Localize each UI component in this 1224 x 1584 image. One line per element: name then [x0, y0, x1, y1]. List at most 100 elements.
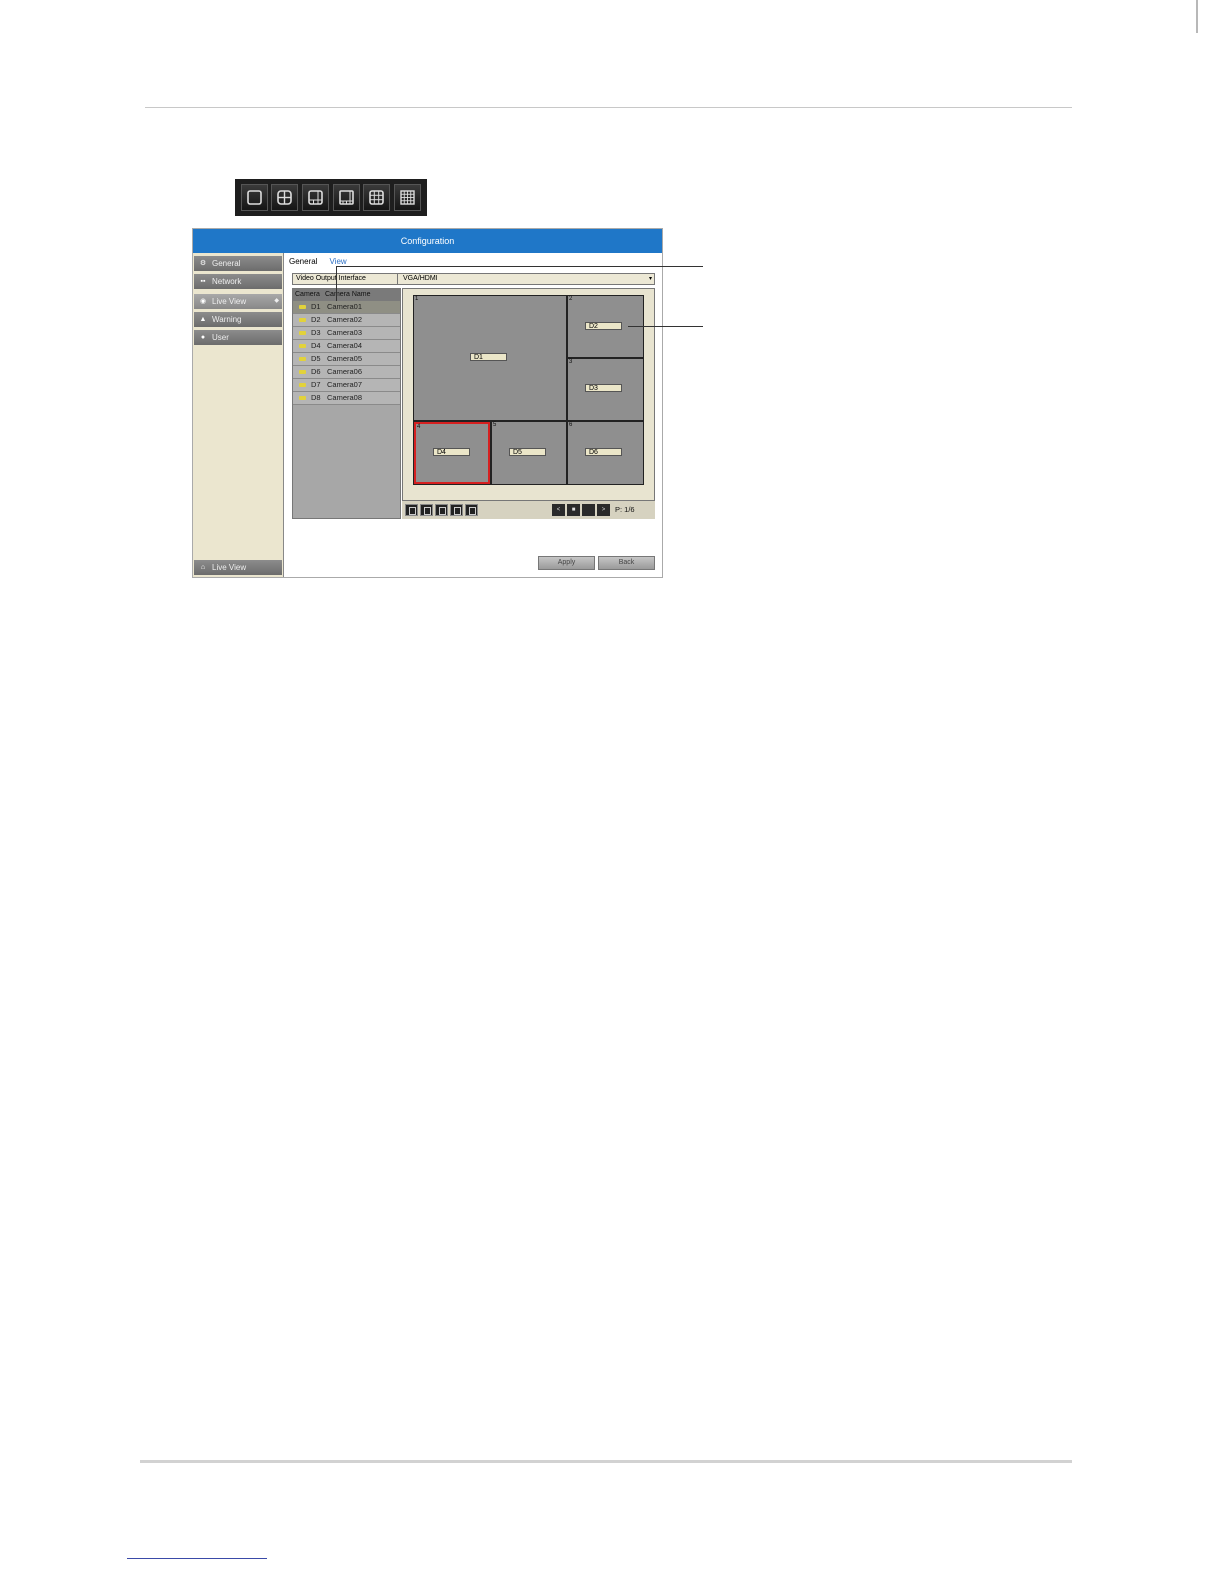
tile-number: 4 [417, 424, 421, 430]
camera-id: D3 [311, 328, 321, 337]
window-title: Configuration [193, 229, 662, 253]
single-view-icon[interactable] [240, 184, 268, 211]
list-item[interactable]: D3 Camera03 [293, 327, 400, 340]
camera-name: Camera08 [327, 393, 363, 402]
list-item[interactable]: D2 Camera02 [293, 314, 400, 327]
tile-number: 2 [569, 296, 573, 302]
tile-label: D1 [470, 353, 507, 361]
sidebar-item-live-view-home[interactable]: ⌂ Live View [194, 560, 282, 575]
callout-line-camera-list-stem [336, 266, 337, 301]
quad-view-icon[interactable] [271, 184, 299, 211]
list-item[interactable]: D8 Camera08 [293, 392, 400, 405]
warning-icon: ▲ [199, 316, 207, 323]
callout-line-camera-list [336, 266, 703, 267]
camera-id: D2 [311, 315, 321, 324]
camera-id: D6 [311, 367, 321, 376]
tile-number: 6 [569, 422, 573, 428]
camera-icon [299, 305, 306, 309]
chevron-down-icon[interactable]: ▾ [649, 274, 652, 284]
camera-id: D7 [311, 380, 321, 389]
six-view-icon[interactable] [302, 184, 330, 211]
camera-name: Camera03 [327, 328, 363, 337]
divider [397, 274, 398, 284]
view-tile-1[interactable]: 1 D1 [414, 296, 566, 420]
camera-icon [299, 357, 306, 361]
column-header-camera-name: Camera Name [325, 291, 371, 298]
nine-view-icon[interactable] [465, 504, 478, 516]
footer-link-underline [127, 1558, 267, 1559]
sidebar-item-warning[interactable]: ▲ Warning [194, 312, 282, 327]
camera-icon [299, 331, 306, 335]
camera-name: Camera06 [327, 367, 363, 376]
configuration-window: Configuration ⚙ General ▪▪ Network ◉ Liv… [192, 228, 663, 578]
prev-page-button[interactable]: < [552, 504, 565, 516]
six-view-icon[interactable] [435, 504, 448, 516]
sidebar-item-label: Live View [212, 563, 247, 572]
view-tile-4[interactable]: 4 D4 [414, 422, 490, 484]
sidebar-item-label: Network [212, 277, 242, 286]
chevron-right-icon: ◆ [274, 298, 279, 304]
apply-button[interactable]: Apply [538, 556, 595, 570]
view-layout-preview: 1 D1 2 D2 3 D3 4 D4 5 D5 6 D6 [402, 288, 655, 501]
tile-number: 5 [493, 422, 497, 428]
camera-icon [299, 396, 306, 400]
camera-id: D4 [311, 341, 321, 350]
view-tile-6[interactable]: 6 D6 [568, 422, 643, 484]
tile-label: D4 [433, 448, 470, 456]
sidebar-item-label: Warning [212, 315, 242, 324]
camera-name: Camera05 [327, 354, 363, 363]
network-icon: ▪▪ [200, 278, 206, 285]
camera-list: Camera Camera Name D1 Camera01 D2 Camera02… [292, 288, 401, 519]
list-item[interactable]: D5 Camera05 [293, 353, 400, 366]
tile-number: 1 [415, 296, 419, 302]
tile-label: D5 [509, 448, 546, 456]
video-output-value: VGA/HDMI [403, 275, 438, 282]
tab-general[interactable]: General [289, 257, 317, 266]
camera-name: Camera07 [327, 380, 363, 389]
camera-list-header: Camera Camera Name [293, 289, 400, 301]
blank-button[interactable] [582, 504, 595, 516]
list-item[interactable]: D6 Camera06 [293, 366, 400, 379]
camera-icon [299, 344, 306, 348]
tile-label: D3 [585, 384, 622, 392]
sidebar-item-live-view[interactable]: ◉ Live View ◆ [194, 294, 282, 309]
list-item[interactable]: D7 Camera07 [293, 379, 400, 392]
camera-icon [299, 370, 306, 374]
sidebar-item-label: User [212, 333, 229, 342]
sidebar-item-network[interactable]: ▪▪ Network [194, 274, 282, 289]
eight-view-icon[interactable] [332, 184, 360, 211]
page-indicator: P: 1/6 [615, 505, 635, 514]
eight-view-icon[interactable] [450, 504, 463, 516]
footer-rule [140, 1460, 1072, 1463]
layout-control-bar: < ■ > P: 1/6 [402, 501, 655, 519]
content-area: General View Video Output Interface VGA/… [284, 253, 662, 577]
video-output-label: Video Output Interface [296, 275, 366, 282]
camera-id: D8 [311, 393, 321, 402]
sidebar-item-label: Live View [212, 297, 247, 306]
quad-view-icon[interactable] [420, 504, 433, 516]
home-icon: ⌂ [200, 564, 206, 571]
view-tile-3[interactable]: 3 D3 [568, 359, 643, 420]
single-view-icon[interactable] [405, 504, 418, 516]
page-edge-rule [1196, 0, 1198, 33]
camera-id: D1 [311, 302, 321, 311]
tile-number: 3 [569, 359, 573, 365]
sidebar-item-general[interactable]: ⚙ General [194, 256, 282, 271]
stop-button[interactable]: ■ [567, 504, 580, 516]
back-button[interactable]: Back [598, 556, 655, 570]
video-output-select[interactable]: Video Output Interface VGA/HDMI ▾ [292, 273, 655, 285]
sixteen-view-icon[interactable] [394, 184, 422, 211]
tab-view[interactable]: View [329, 257, 346, 266]
next-page-button[interactable]: > [597, 504, 610, 516]
camera-name: Camera04 [327, 341, 363, 350]
list-item[interactable]: D1 Camera01 [293, 301, 400, 314]
view-tile-5[interactable]: 5 D5 [492, 422, 566, 484]
layout-button-strip [235, 179, 427, 216]
sidebar: ⚙ General ▪▪ Network ◉ Live View ◆ ▲ War… [193, 253, 284, 577]
tile-label: D6 [585, 448, 622, 456]
sidebar-item-user[interactable]: ● User [194, 330, 282, 345]
camera-name: Camera02 [327, 315, 363, 324]
nine-view-icon[interactable] [363, 184, 391, 211]
sidebar-item-label: General [212, 259, 241, 268]
list-item[interactable]: D4 Camera04 [293, 340, 400, 353]
